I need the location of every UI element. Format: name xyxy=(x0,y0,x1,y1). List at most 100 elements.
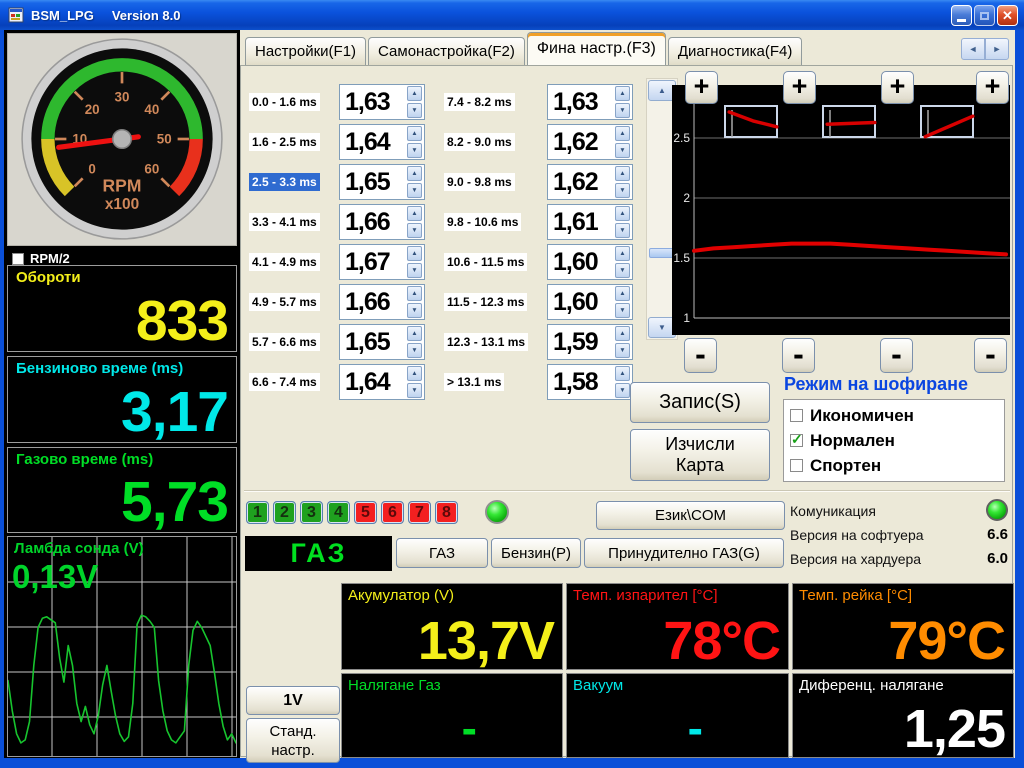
spin-up-icon[interactable] xyxy=(407,206,422,221)
spin-up-icon[interactable] xyxy=(407,326,422,341)
correction-spinner[interactable]: 1,66 xyxy=(339,284,425,320)
spin-up-icon[interactable] xyxy=(615,166,630,181)
spin-up-icon[interactable] xyxy=(615,286,630,301)
correction-spinner[interactable]: 1,60 xyxy=(547,284,633,320)
minimize-button[interactable] xyxy=(951,5,972,26)
injection-range-label[interactable]: 10.6 - 11.5 ms xyxy=(444,253,527,271)
injection-range-label[interactable]: 3.3 - 4.1 ms xyxy=(249,213,320,231)
spin-up-icon[interactable] xyxy=(615,86,630,101)
spin-down-icon[interactable] xyxy=(407,263,422,278)
spin-up-icon[interactable] xyxy=(615,206,630,221)
spin-down-icon[interactable] xyxy=(615,263,630,278)
spin-up-icon[interactable] xyxy=(615,126,630,141)
correction-spinner[interactable]: 1,65 xyxy=(339,164,425,200)
language-com-button[interactable]: Език\COM xyxy=(596,501,785,530)
rpm-half-toggle[interactable]: RPM/2 xyxy=(12,251,70,266)
map-decrease-button-4[interactable]: - xyxy=(974,338,1007,373)
close-button[interactable]: ✕ xyxy=(997,5,1018,26)
checkbox-icon[interactable] xyxy=(790,459,803,472)
spin-up-icon[interactable] xyxy=(615,366,630,381)
map-increase-button-2[interactable]: + xyxy=(783,71,816,104)
injection-range-label[interactable]: 7.4 - 8.2 ms xyxy=(444,93,515,111)
spin-down-icon[interactable] xyxy=(407,303,422,318)
spin-up-icon[interactable] xyxy=(407,166,422,181)
tab[interactable]: Настройки(F1) xyxy=(245,37,366,65)
spin-down-icon[interactable] xyxy=(407,343,422,358)
injection-range-label[interactable]: 9.8 - 10.6 ms xyxy=(444,213,521,231)
injection-range-label[interactable]: 6.6 - 7.4 ms xyxy=(249,373,320,391)
forced-gas-button[interactable]: Принудително ГАЗ(G) xyxy=(584,538,784,568)
spin-up-icon[interactable] xyxy=(407,86,422,101)
tab-scroll-right-icon[interactable]: ► xyxy=(985,38,1009,60)
spin-up-icon[interactable] xyxy=(615,326,630,341)
injection-range-label[interactable]: 2.5 - 3.3 ms xyxy=(249,173,320,191)
injection-range-label[interactable]: 1.6 - 2.5 ms xyxy=(249,133,320,151)
map-thumbnail-2[interactable] xyxy=(822,105,876,138)
correction-spinner[interactable]: 1,62 xyxy=(547,124,633,160)
spin-down-icon[interactable] xyxy=(407,103,422,118)
injection-range-label[interactable]: 12.3 - 13.1 ms xyxy=(444,333,528,351)
drive-mode-option[interactable]: Нормален xyxy=(790,431,998,451)
injection-range-label[interactable]: 5.7 - 6.6 ms xyxy=(249,333,320,351)
correction-spinner[interactable]: 1,64 xyxy=(339,124,425,160)
map-decrease-button-3[interactable]: - xyxy=(880,338,913,373)
drive-mode-option[interactable]: Икономичен xyxy=(790,406,998,426)
drive-mode-option[interactable]: Спортен xyxy=(790,456,998,476)
gas-button[interactable]: ГАЗ xyxy=(396,538,488,568)
tab[interactable]: Самонастройка(F2) xyxy=(368,37,525,65)
spin-down-icon[interactable] xyxy=(615,383,630,398)
spin-down-icon[interactable] xyxy=(615,183,630,198)
map-decrease-button-2[interactable]: - xyxy=(782,338,815,373)
injection-range-label[interactable]: 9.0 - 9.8 ms xyxy=(444,173,515,191)
spin-down-icon[interactable] xyxy=(407,143,422,158)
correction-spinner[interactable]: 1,63 xyxy=(339,84,425,120)
spin-up-icon[interactable] xyxy=(615,246,630,261)
correction-spinner[interactable]: 1,65 xyxy=(339,324,425,360)
correction-spinner[interactable]: 1,67 xyxy=(339,244,425,280)
spin-down-icon[interactable] xyxy=(615,143,630,158)
petrol-button[interactable]: Бензин(P) xyxy=(491,538,581,568)
calculate-map-button[interactable]: Изчисли Карта xyxy=(630,429,770,481)
maximize-button[interactable] xyxy=(974,5,995,26)
injection-range-label[interactable]: 4.9 - 5.7 ms xyxy=(249,293,320,311)
checkbox-icon[interactable] xyxy=(12,253,24,265)
spin-down-icon[interactable] xyxy=(615,103,630,118)
spin-down-icon[interactable] xyxy=(615,343,630,358)
checkbox-icon[interactable] xyxy=(790,434,803,447)
spin-down-icon[interactable] xyxy=(407,223,422,238)
injection-range-label[interactable]: 4.1 - 4.9 ms xyxy=(249,253,320,271)
checkbox-icon[interactable] xyxy=(790,409,803,422)
spin-down-icon[interactable] xyxy=(407,383,422,398)
spin-down-icon[interactable] xyxy=(615,303,630,318)
correction-spinner[interactable]: 1,63 xyxy=(547,84,633,120)
tab-scroll-left-icon[interactable]: ◄ xyxy=(961,38,985,60)
correction-spinner[interactable]: 1,59 xyxy=(547,324,633,360)
map-increase-button-3[interactable]: + xyxy=(881,71,914,104)
map-increase-button-1[interactable]: + xyxy=(685,71,718,104)
spin-up-icon[interactable] xyxy=(407,126,422,141)
map-increase-button-4[interactable]: + xyxy=(976,71,1009,104)
injection-range-label[interactable]: 0.0 - 1.6 ms xyxy=(249,93,320,111)
save-button[interactable]: Запис(S) xyxy=(630,382,770,423)
correction-spinner[interactable]: 1,64 xyxy=(339,364,425,400)
injection-range-label[interactable]: > 13.1 ms xyxy=(444,373,504,391)
spin-down-icon[interactable] xyxy=(615,223,630,238)
map-decrease-button-1[interactable]: - xyxy=(684,338,717,373)
standard-settings-button[interactable]: Станд. настр. xyxy=(246,718,340,763)
tab[interactable]: Диагностика(F4) xyxy=(668,37,802,65)
correction-spinner[interactable]: 1,58 xyxy=(547,364,633,400)
spin-down-icon[interactable] xyxy=(407,183,422,198)
spin-up-icon[interactable] xyxy=(407,286,422,301)
spin-up-icon[interactable] xyxy=(407,366,422,381)
correction-spinner[interactable]: 1,61 xyxy=(547,204,633,240)
correction-spinner[interactable]: 1,66 xyxy=(339,204,425,240)
map-thumbnail-1[interactable] xyxy=(724,105,778,138)
map-thumbnail-3[interactable] xyxy=(920,105,974,138)
correction-spinner[interactable]: 1,60 xyxy=(547,244,633,280)
correction-spinner[interactable]: 1,62 xyxy=(547,164,633,200)
injection-range-label[interactable]: 8.2 - 9.0 ms xyxy=(444,133,515,151)
one-volt-button[interactable]: 1V xyxy=(246,686,340,715)
injection-range-label[interactable]: 11.5 - 12.3 ms xyxy=(444,293,527,311)
tab[interactable]: Фина настр.(F3) xyxy=(527,32,666,65)
spin-up-icon[interactable] xyxy=(407,246,422,261)
